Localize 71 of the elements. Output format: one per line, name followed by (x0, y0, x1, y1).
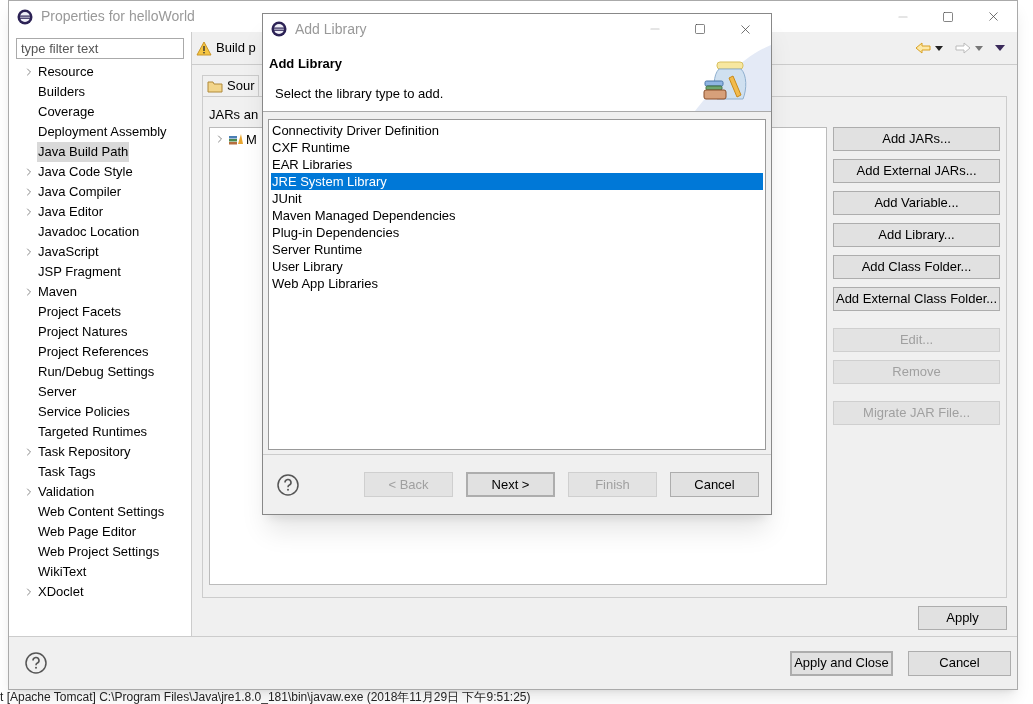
sidebar-item[interactable]: Java Code Style (37, 162, 134, 182)
sidebar-item[interactable]: Web Page Editor (37, 522, 138, 542)
push-button[interactable]: Apply and Close (790, 650, 893, 676)
sidebar-item[interactable]: Project Natures (37, 322, 129, 342)
sidebar-item[interactable]: Task Tags (37, 462, 97, 482)
dialog-heading: Add Library (269, 55, 343, 73)
sidebar-item[interactable]: Project Facets (37, 302, 123, 322)
library-type-item[interactable]: EAR Libraries (271, 156, 763, 173)
menu-icon[interactable] (995, 45, 1005, 51)
maximize-icon[interactable] (942, 10, 954, 23)
push-button[interactable]: Cancel (670, 472, 759, 497)
sidebar-item[interactable]: JSP Fragment (37, 262, 122, 282)
library-type-item[interactable]: Maven Managed Dependencies (271, 207, 763, 224)
dialog-message: Select the library type to add. (274, 84, 444, 103)
window-title: Properties for helloWorld (41, 7, 195, 26)
sidebar-item[interactable]: Project References (37, 342, 150, 362)
sidebar-item[interactable]: JavaScript (37, 242, 100, 262)
library-type-item[interactable]: CXF Runtime (271, 139, 763, 156)
push-button[interactable]: Next > (466, 472, 555, 497)
push-button[interactable]: Add External Class Folder... (833, 286, 1000, 311)
sidebar-item[interactable]: Server (37, 382, 78, 402)
sidebar-item[interactable]: Deployment Assembly (37, 122, 168, 142)
folder-icon (207, 79, 223, 93)
help-icon[interactable] (277, 473, 299, 496)
sidebar-item[interactable]: Java Editor (37, 202, 105, 222)
sidebar-item[interactable]: XDoclet (37, 582, 85, 602)
library-type-item[interactable]: JRE System Library (271, 173, 763, 190)
maximize-icon[interactable] (694, 23, 706, 35)
library-type-item[interactable]: Server Runtime (271, 241, 763, 258)
sidebar-item[interactable]: Service Policies (37, 402, 131, 422)
push-button[interactable]: Add Class Folder... (833, 254, 1000, 279)
warning-icon (196, 40, 212, 56)
sidebar-item[interactable]: Validation (37, 482, 96, 502)
dropdown-icon[interactable] (935, 45, 943, 51)
sidebar-item[interactable]: Resource (37, 62, 95, 82)
forward-arrow-icon[interactable] (955, 42, 971, 54)
sidebar-item[interactable]: Web Content Settings (37, 502, 166, 522)
section-label: JARs an (209, 106, 260, 124)
push-button[interactable]: Cancel (908, 650, 1011, 676)
dialog-title: Add Library (295, 19, 367, 39)
library-type-item[interactable]: Connectivity Driver Definition (271, 122, 763, 139)
app-icon (271, 21, 287, 37)
sidebar-item[interactable]: WikiText (37, 562, 88, 582)
library-type-item[interactable]: JUnit (271, 190, 763, 207)
source-tab[interactable]: Sour (202, 75, 260, 96)
sidebar-item[interactable]: Run/Debug Settings (37, 362, 156, 382)
push-button[interactable]: Add External JARs... (833, 158, 1000, 183)
close-icon[interactable] (986, 9, 1001, 24)
sidebar-item[interactable]: Targeted Runtimes (37, 422, 149, 442)
help-icon[interactable] (25, 652, 47, 674)
sidebar-item[interactable]: Web Project Settings (37, 542, 161, 562)
filter-field[interactable]: type filter text (16, 38, 184, 59)
library-type-item[interactable]: Plug-in Dependencies (271, 224, 763, 241)
sidebar-item[interactable]: Coverage (37, 102, 96, 122)
push-button[interactable]: Add Library... (833, 222, 1000, 247)
sidebar-item[interactable]: Java Compiler (37, 182, 123, 202)
sidebar-item[interactable]: Java Build Path (37, 142, 130, 162)
library-icon (228, 133, 244, 146)
console-line: t [Apache Tomcat] C:\Program Files\Java\jre1.8.0_181\bin\javaw.exe (2018年11月29日 下午9:51:25) (0, 690, 531, 704)
library-type-item[interactable]: User Library (271, 258, 763, 275)
page-title: Build p (216, 39, 256, 58)
sidebar-item[interactable]: Builders (37, 82, 86, 102)
tree-item[interactable]: M (246, 129, 257, 149)
sidebar-item[interactable]: Javadoc Location (37, 222, 141, 242)
push-button[interactable]: Add JARs... (833, 126, 1000, 151)
library-type-item[interactable]: Web App Libraries (271, 275, 763, 292)
sidebar-item[interactable]: Maven (37, 282, 79, 302)
app-icon (17, 8, 33, 25)
push-button[interactable]: Apply (918, 606, 1007, 630)
sidebar-item[interactable]: Task Repository (37, 442, 132, 462)
push-button[interactable]: Add Variable... (833, 190, 1000, 215)
